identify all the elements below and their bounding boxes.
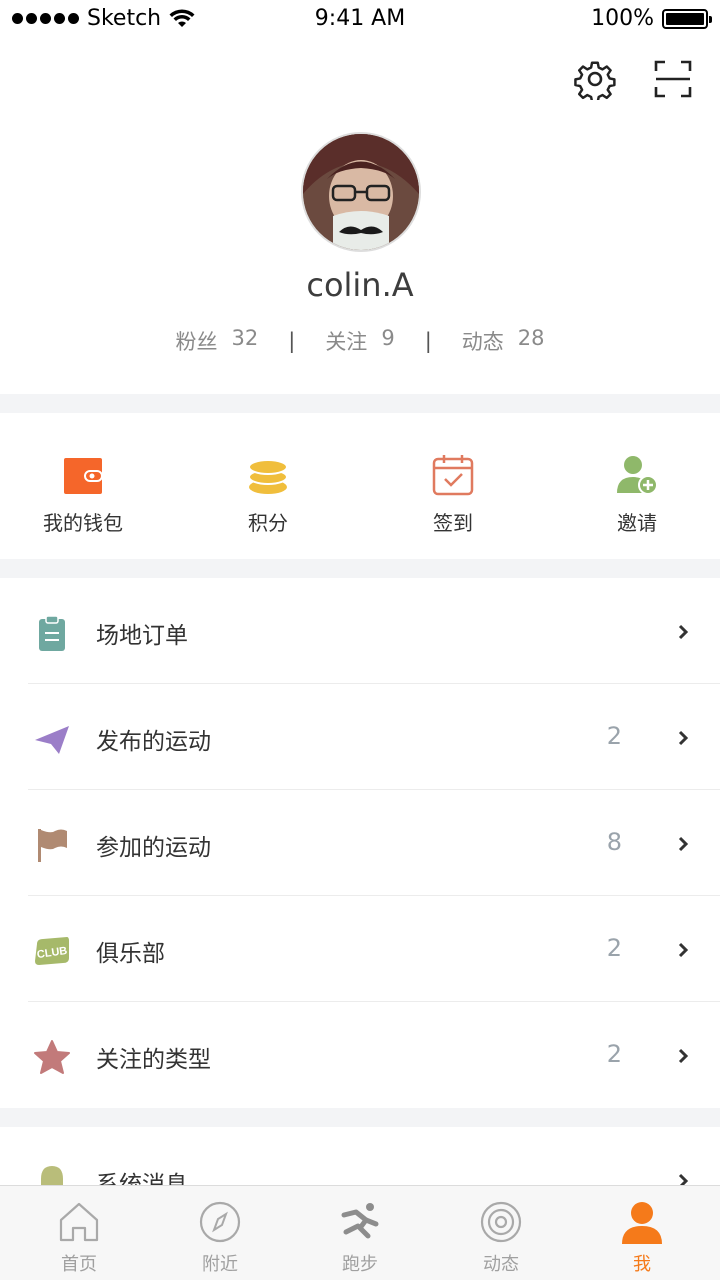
club-icon: CLUB	[35, 937, 69, 965]
menu-label: 参加的运动	[96, 835, 211, 861]
invite-button[interactable]: 邀请	[567, 453, 707, 536]
activity-icon	[480, 1201, 522, 1243]
home-icon	[59, 1202, 99, 1242]
stat-following[interactable]: 关注 9	[325, 326, 394, 356]
tab-home[interactable]: 首页	[19, 1200, 139, 1276]
user-icon	[622, 1202, 662, 1244]
tab-label: 动态	[483, 1254, 519, 1275]
quick-actions: 我的钱包 积分 签到 邀请	[0, 413, 720, 559]
battery-percent: 100%	[591, 6, 654, 31]
bell-icon	[41, 1166, 63, 1187]
flag-icon	[38, 829, 67, 862]
menu-label: 发布的运动	[96, 729, 211, 755]
tab-bar: 首页 附近 跑步 动态 我	[0, 1185, 720, 1280]
menu-label: 关注的类型	[96, 1047, 211, 1073]
chevron-right-icon	[678, 1048, 689, 1064]
chevron-right-icon	[678, 942, 689, 958]
menu-item-system-messages[interactable]: 系统消息	[0, 1127, 720, 1187]
checkin-label: 签到	[433, 511, 473, 535]
menu-item-followed-types[interactable]: 关注的类型 2	[0, 1002, 720, 1108]
profile-stats: 粉丝 32 | 关注 9 | 动态 28	[0, 326, 720, 356]
stat-divider: |	[424, 329, 432, 353]
menu-item-club[interactable]: CLUB 俱乐部 2	[0, 896, 720, 1002]
menu-label: 俱乐部	[96, 941, 165, 967]
tab-label: 我	[633, 1254, 651, 1275]
clipboard-icon	[39, 615, 65, 651]
tab-label: 附近	[202, 1254, 238, 1275]
invite-label: 邀请	[617, 511, 657, 535]
stat-divider: |	[288, 329, 296, 353]
tab-activity[interactable]: 动态	[441, 1200, 561, 1276]
menu-count: 8	[606, 828, 622, 856]
points-button[interactable]: 积分	[198, 453, 338, 536]
menu-item-published-sports[interactable]: 发布的运动 2	[0, 684, 720, 790]
menu-count: 2	[606, 722, 622, 750]
status-bar: Sketch 9:41 AM 100%	[0, 0, 720, 40]
tab-nearby[interactable]: 附近	[160, 1200, 280, 1276]
section-divider	[0, 559, 720, 578]
tab-me[interactable]: 我	[582, 1200, 702, 1276]
menu-item-joined-sports[interactable]: 参加的运动 8	[0, 790, 720, 896]
scan-icon[interactable]	[652, 58, 694, 100]
coins-icon	[248, 459, 288, 494]
tab-running[interactable]: 跑步	[300, 1200, 420, 1276]
stat-label: 动态	[461, 330, 504, 354]
status-right: 100%	[591, 6, 712, 31]
section-divider	[0, 1108, 720, 1127]
stat-label: 粉丝	[175, 330, 218, 354]
avatar[interactable]	[301, 132, 421, 252]
add-user-icon	[617, 456, 658, 495]
chevron-right-icon	[678, 836, 689, 852]
menu-count: 2	[606, 1040, 622, 1068]
wallet-button[interactable]: 我的钱包	[13, 453, 153, 536]
stat-value: 9	[381, 326, 395, 350]
star-icon	[34, 1040, 70, 1074]
stat-posts[interactable]: 动态 28	[462, 326, 545, 356]
tab-label: 跑步	[342, 1254, 378, 1275]
running-icon	[341, 1203, 379, 1239]
points-label: 积分	[248, 511, 288, 535]
menu-count: 2	[606, 934, 622, 962]
chevron-right-icon	[678, 730, 689, 746]
chevron-right-icon	[678, 624, 689, 640]
compass-icon	[199, 1201, 241, 1243]
tab-label: 首页	[61, 1254, 97, 1275]
stat-value: 28	[517, 326, 545, 350]
menu-label: 系统消息	[96, 1172, 188, 1187]
menu-item-venue-orders[interactable]: 场地订单	[0, 578, 720, 684]
calendar-check-icon	[432, 455, 474, 496]
wallet-label: 我的钱包	[43, 511, 123, 535]
stat-label: 关注	[325, 330, 368, 354]
stat-fans[interactable]: 粉丝 32	[176, 326, 259, 356]
menu-list: 场地订单 发布的运动 2 参加的运动 8 CLUB 俱乐部 2 关注的类型 2	[0, 578, 720, 1108]
battery-icon	[662, 8, 712, 29]
avatar-image	[303, 134, 419, 250]
wallet-icon	[64, 458, 103, 494]
menu-label: 场地订单	[96, 623, 188, 649]
section-divider	[0, 394, 720, 413]
checkin-button[interactable]: 签到	[383, 453, 523, 536]
stat-value: 32	[231, 326, 259, 350]
paper-plane-icon	[35, 726, 69, 754]
username: colin.A	[306, 266, 414, 304]
settings-icon[interactable]	[574, 58, 616, 100]
